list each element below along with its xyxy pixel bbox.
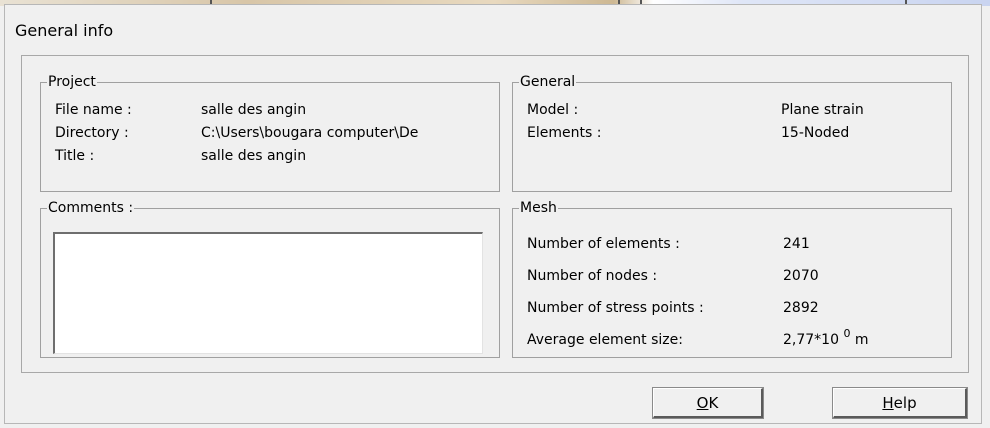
- help-button[interactable]: Help: [832, 387, 968, 419]
- num-elements-label: Number of elements :: [527, 236, 680, 252]
- ok-button[interactable]: OK: [652, 387, 764, 419]
- mesh-group: Mesh Number of elements : 241 Number of …: [512, 200, 952, 358]
- avg-size-unit: m: [854, 332, 869, 348]
- comments-legend: Comments :: [48, 200, 134, 216]
- title-label: Title :: [55, 148, 95, 164]
- info-panel: Project File name : salle des angin Dire…: [21, 55, 969, 373]
- project-group: Project File name : salle des angin Dire…: [40, 74, 500, 192]
- help-rest: elp: [893, 393, 917, 412]
- mesh-legend: Mesh: [520, 200, 557, 216]
- avg-size-label: Average element size:: [527, 332, 683, 348]
- avg-size-mantissa: 2,77*10: [783, 332, 839, 348]
- help-mnemonic: H: [882, 393, 894, 412]
- num-elements-value: 241: [783, 236, 810, 252]
- project-legend: Project: [48, 74, 96, 90]
- directory-label: Directory :: [55, 125, 129, 141]
- comments-textarea[interactable]: [53, 232, 483, 354]
- directory-row: Directory : C:\Users\bougara computer\De: [55, 125, 495, 145]
- avg-size-value: 2,77*10 0 m: [783, 327, 869, 348]
- num-stress-value: 2892: [783, 300, 819, 316]
- file-name-value: salle des angin: [201, 102, 307, 118]
- comments-group: Comments :: [40, 200, 500, 358]
- num-nodes-value: 2070: [783, 268, 819, 284]
- num-stress-label: Number of stress points :: [527, 300, 704, 316]
- elements-value: 15-Noded: [781, 125, 850, 141]
- model-label: Model :: [527, 102, 579, 118]
- num-nodes-label: Number of nodes :: [527, 268, 658, 284]
- avg-size-exponent: 0: [843, 327, 851, 340]
- title-value: salle des angin: [201, 148, 307, 164]
- general-legend: General: [520, 74, 576, 90]
- ok-rest: K: [708, 393, 719, 412]
- directory-value: C:\Users\bougara computer\De: [201, 125, 419, 141]
- general-info-dialog: General info Project File name : salle d…: [4, 4, 982, 424]
- elements-label: Elements :: [527, 125, 602, 141]
- dialog-title: General info: [15, 21, 114, 40]
- ok-mnemonic: O: [696, 393, 709, 412]
- general-group: General Model : Plane strain Elements : …: [512, 74, 952, 192]
- file-name-label: File name :: [55, 102, 132, 118]
- model-value: Plane strain: [781, 102, 864, 118]
